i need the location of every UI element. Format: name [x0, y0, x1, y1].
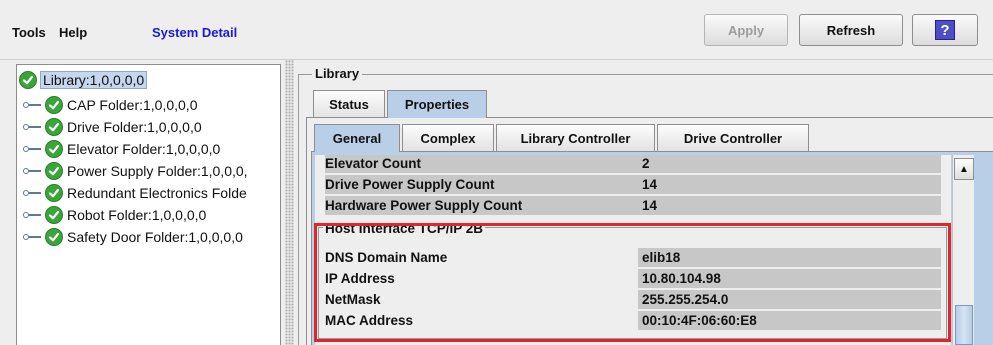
tree-node-safety-door-folder[interactable]: Safety Door Folder:1,0,0,0,0: [21, 226, 243, 248]
expand-handle-icon[interactable]: [21, 143, 45, 155]
status-ok-icon: [45, 228, 63, 246]
menu-tools[interactable]: Tools: [12, 25, 46, 40]
tree-node-drive-folder[interactable]: Drive Folder:1,0,0,0,0: [21, 116, 202, 138]
tree-node-robot-folder[interactable]: Robot Folder:1,0,0,0,0: [21, 204, 206, 226]
tree-node-library[interactable]: Library:1,0,0,0,0: [19, 69, 148, 91]
tab-general[interactable]: General: [314, 124, 400, 152]
library-panel-title: Library: [312, 66, 363, 81]
tree-node-cap-folder[interactable]: CAP Folder:1,0,0,0,0: [21, 94, 197, 116]
expand-handle-icon[interactable]: [21, 99, 45, 111]
tree-node-label: Drive Folder:1,0,0,0,0: [67, 119, 202, 135]
status-ok-icon: [45, 206, 63, 224]
tree-node-power-supply-folder[interactable]: Power Supply Folder:1,0,0,0,: [21, 160, 248, 182]
property-value: 14: [638, 196, 941, 215]
property-label: Drive Power Supply Count: [325, 177, 495, 192]
help-icon: ?: [935, 20, 955, 40]
tab-properties[interactable]: Properties: [387, 90, 487, 118]
toolbar: Tools Help System Detail Apply Refresh ?: [0, 0, 993, 60]
split-pane-divider[interactable]: [285, 60, 294, 345]
tree-node-redundant-electronics-folder[interactable]: Redundant Electronics Folde: [21, 182, 247, 204]
property-value: 14: [638, 175, 941, 194]
expand-handle-icon[interactable]: [21, 165, 45, 177]
status-ok-icon: [45, 96, 63, 114]
tree-node-label: CAP Folder:1,0,0,0,0: [67, 97, 198, 113]
scroll-up-arrow-icon[interactable]: ▲: [954, 158, 974, 180]
property-label: Elevator Count: [325, 156, 422, 171]
apply-button[interactable]: Apply: [704, 14, 788, 46]
tree-node-label: Redundant Electronics Folde: [67, 185, 247, 201]
library-tree[interactable]: Library:1,0,0,0,0 CAP Folder:1,0,0,0,0 D…: [16, 64, 281, 345]
tab-complex[interactable]: Complex: [402, 124, 494, 151]
status-ok-icon: [45, 140, 63, 158]
expand-handle-icon[interactable]: [21, 187, 45, 199]
tab-drive-controller[interactable]: Drive Controller: [657, 124, 809, 151]
expand-handle-icon[interactable]: [21, 209, 45, 221]
menu-system-detail[interactable]: System Detail: [152, 25, 237, 40]
status-ok-icon: [45, 118, 63, 136]
highlight-annotation-box: [314, 223, 951, 342]
refresh-button[interactable]: Refresh: [799, 14, 903, 46]
tree-node-label: Library:1,0,0,0,0: [40, 71, 148, 89]
tree-node-label: Power Supply Folder:1,0,0,0,: [67, 163, 248, 179]
tree-node-label: Safety Door Folder:1,0,0,0,0: [67, 229, 243, 245]
property-label: Hardware Power Supply Count: [325, 198, 523, 213]
menu-help[interactable]: Help: [59, 25, 87, 40]
property-row: Elevator Count 2: [325, 155, 941, 174]
expand-handle-icon[interactable]: [21, 121, 45, 133]
tab-library-controller[interactable]: Library Controller: [496, 124, 655, 151]
vertical-scrollbar[interactable]: ▲: [952, 155, 974, 345]
tree-node-label: Elevator Folder:1,0,0,0,0: [67, 141, 221, 157]
status-ok-icon: [19, 71, 37, 89]
status-ok-icon: [45, 162, 63, 180]
help-button[interactable]: ?: [912, 14, 978, 46]
tree-node-elevator-folder[interactable]: Elevator Folder:1,0,0,0,0: [21, 138, 220, 160]
tab-status[interactable]: Status: [313, 90, 385, 117]
property-row: Drive Power Supply Count 14: [325, 175, 941, 195]
tree-node-label: Robot Folder:1,0,0,0,0: [67, 207, 207, 223]
property-row: Hardware Power Supply Count 14: [325, 196, 941, 216]
status-ok-icon: [45, 184, 63, 202]
expand-handle-icon[interactable]: [21, 231, 45, 243]
property-value: 2: [638, 155, 941, 173]
scrollbar-thumb[interactable]: [955, 305, 973, 345]
